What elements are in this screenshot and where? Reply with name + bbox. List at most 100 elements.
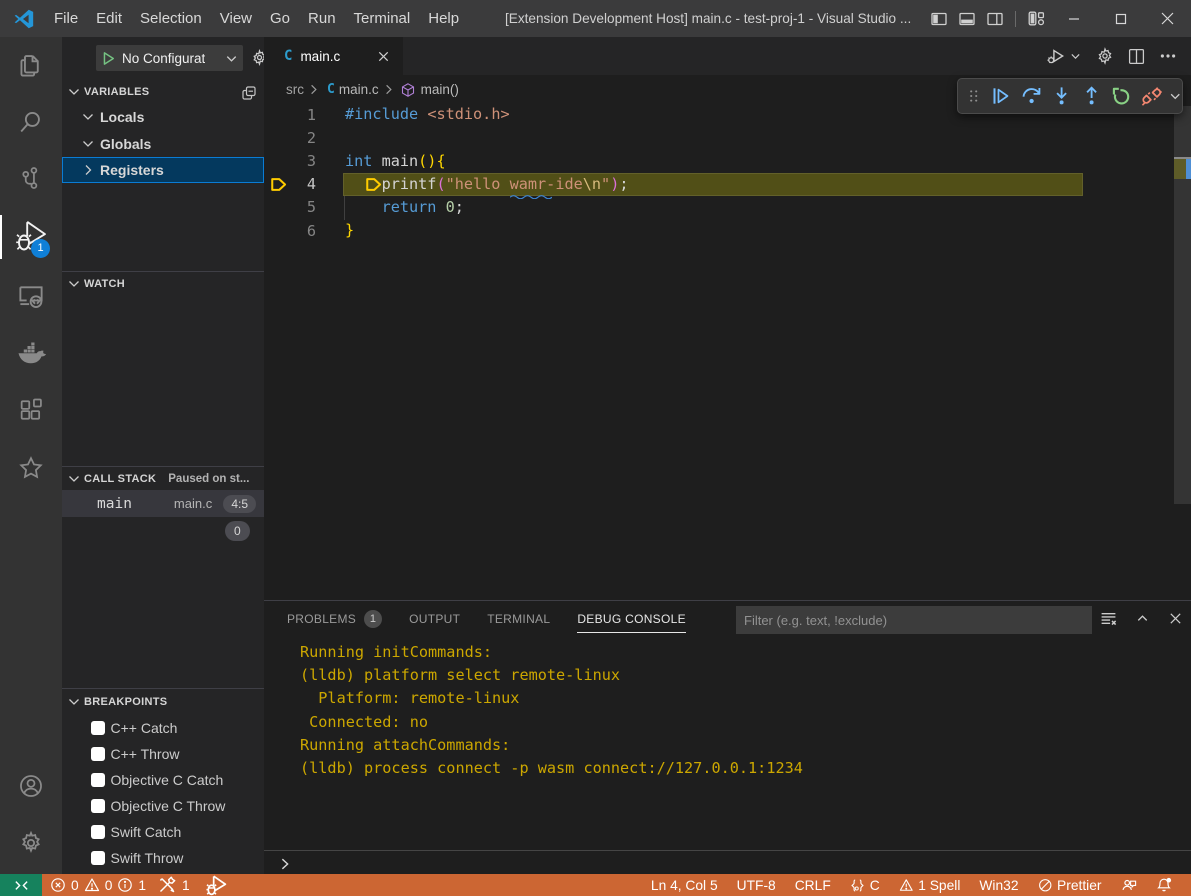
menu-selection[interactable]: Selection xyxy=(131,0,211,37)
more-actions-icon[interactable] xyxy=(1159,47,1177,65)
source-control-icon[interactable] xyxy=(0,154,62,202)
star-icon[interactable] xyxy=(0,444,62,492)
explorer-icon[interactable] xyxy=(0,42,62,90)
platform-status[interactable]: Win32 xyxy=(970,874,1028,896)
breakpoint-checkbox[interactable] xyxy=(91,747,105,761)
breadcrumb-file[interactable]: main.c xyxy=(339,82,379,97)
breakpoints-section-header[interactable]: BREAKPOINTS xyxy=(62,688,264,714)
debug-config-dropdown[interactable]: No Configurat xyxy=(96,45,243,71)
menu-run[interactable]: Run xyxy=(299,0,345,37)
eol-status[interactable]: CRLF xyxy=(785,874,840,896)
debug-toolbar-chevron-icon[interactable] xyxy=(1168,89,1182,104)
ports-status[interactable]: 1 xyxy=(158,874,190,896)
docker-icon[interactable] xyxy=(0,329,62,377)
toggle-secondary-sidebar-icon[interactable] xyxy=(987,11,1003,27)
menu-view[interactable]: View xyxy=(211,0,261,37)
watch-section-header[interactable]: WATCH xyxy=(62,271,264,296)
toggle-panel-icon[interactable] xyxy=(959,11,975,27)
maximize-panel-icon[interactable] xyxy=(1135,611,1150,626)
code-line-3: int main(){ xyxy=(345,150,446,173)
breakpoint-row[interactable]: Swift Catch xyxy=(62,819,264,845)
tab-main-c[interactable]: C main.c xyxy=(264,37,403,75)
close-panel-icon[interactable] xyxy=(1168,611,1183,626)
start-debug-icon[interactable] xyxy=(100,50,117,67)
breakpoint-checkbox[interactable] xyxy=(91,773,105,787)
toolbar-grip-icon[interactable] xyxy=(966,88,981,104)
debug-status[interactable] xyxy=(205,874,228,896)
step-into-icon[interactable] xyxy=(1051,85,1072,107)
panel-tab-output[interactable]: OUTPUT xyxy=(409,601,460,636)
feedback-status[interactable] xyxy=(1111,874,1146,896)
language-label: C xyxy=(870,878,880,893)
run-and-debug-icon[interactable]: 1 xyxy=(0,213,62,261)
code-area[interactable]: 123456 #include <stdio.h>int main(){ pri… xyxy=(264,103,1191,600)
breadcrumb-src[interactable]: src xyxy=(286,82,304,97)
console-filter-input[interactable]: Filter (e.g. text, !exclude) xyxy=(736,606,1092,634)
close-button[interactable] xyxy=(1144,0,1191,37)
copy-value-icon[interactable] xyxy=(241,85,257,101)
formatter-status[interactable]: Prettier xyxy=(1028,874,1111,896)
breakpoint-checkbox[interactable] xyxy=(91,721,105,735)
debug-toolbar[interactable] xyxy=(957,78,1183,114)
clear-console-icon[interactable] xyxy=(1100,610,1117,627)
cursor-position-status[interactable]: Ln 4, Col 5 xyxy=(641,874,727,896)
run-or-debug-button[interactable] xyxy=(1046,46,1082,66)
breakpoint-row[interactable]: C++ Catch xyxy=(62,715,264,741)
breakpoint-checkbox[interactable] xyxy=(91,851,105,865)
menu-help[interactable]: Help xyxy=(419,0,468,37)
menu-file[interactable]: File xyxy=(45,0,87,37)
restart-icon[interactable] xyxy=(1111,85,1132,107)
variables-section-header[interactable]: VARIABLES xyxy=(62,80,264,104)
disconnect-icon[interactable] xyxy=(1141,85,1162,107)
spell-status[interactable]: 1 Spell xyxy=(889,874,970,896)
menu-terminal[interactable]: Terminal xyxy=(345,0,420,37)
split-editor-icon[interactable] xyxy=(1128,48,1145,65)
continue-icon[interactable] xyxy=(990,85,1011,107)
remote-indicator[interactable] xyxy=(0,874,42,896)
extensions-icon[interactable] xyxy=(0,386,62,434)
maximize-button[interactable] xyxy=(1097,0,1144,37)
eol: CRLF xyxy=(795,878,831,893)
problems-status[interactable]: 0 0 1 xyxy=(50,874,146,896)
panel-tab-terminal[interactable]: TERMINAL xyxy=(487,601,550,636)
step-over-icon[interactable] xyxy=(1021,85,1042,107)
debug-gear-icon[interactable] xyxy=(251,49,264,66)
stack-frame-name: main xyxy=(97,496,132,512)
panel-tab-problems[interactable]: PROBLEMS1 xyxy=(287,601,382,636)
breakpoint-checkbox[interactable] xyxy=(91,799,105,813)
account-icon[interactable] xyxy=(0,762,62,810)
filter-placeholder: Filter (e.g. text, !exclude) xyxy=(744,613,887,628)
breadcrumb-symbol[interactable]: main() xyxy=(421,82,459,97)
breakpoint-checkbox[interactable] xyxy=(91,825,105,839)
breakpoint-row[interactable]: Objective C Throw xyxy=(62,793,264,819)
call-stack-frame-row[interactable]: main main.c 4:5 xyxy=(62,490,264,517)
close-tab-icon[interactable] xyxy=(376,49,391,64)
call-stack-section-header[interactable]: CALL STACK Paused on st... xyxy=(62,466,264,491)
toggle-sidebar-icon[interactable] xyxy=(931,11,947,27)
notifications-status[interactable] xyxy=(1146,874,1181,896)
menu-edit[interactable]: Edit xyxy=(87,0,131,37)
scope-row-globals[interactable]: Globals xyxy=(62,131,264,157)
remote-explorer-icon[interactable] xyxy=(0,272,62,320)
language-status[interactable]: C xyxy=(840,874,889,896)
panel-tab-debug-console[interactable]: DEBUG CONSOLE xyxy=(577,601,686,636)
spell-label: 1 Spell xyxy=(918,878,960,893)
breakpoint-row[interactable]: Objective C Catch xyxy=(62,767,264,793)
customize-layout-icon[interactable] xyxy=(1028,10,1045,27)
console-prompt-icon xyxy=(278,857,292,871)
debug-console-input[interactable] xyxy=(264,850,1191,874)
editor-settings-gear-icon[interactable] xyxy=(1096,47,1114,65)
minimize-button[interactable] xyxy=(1050,0,1097,37)
chevron-right-icon xyxy=(306,82,321,97)
scope-row-locals[interactable]: Locals xyxy=(62,104,264,130)
encoding-status[interactable]: UTF-8 xyxy=(727,874,785,896)
scope-row-registers[interactable]: Registers xyxy=(62,157,264,183)
titlebar-separator xyxy=(1015,11,1016,27)
breakpoint-row[interactable]: Swift Throw xyxy=(62,845,264,871)
breakpoint-row[interactable]: C++ Throw xyxy=(62,741,264,767)
menu-go[interactable]: Go xyxy=(261,0,299,37)
step-out-icon[interactable] xyxy=(1081,85,1102,107)
settings-gear-icon[interactable] xyxy=(0,819,62,867)
current-frame-gutter-arrow-icon[interactable] xyxy=(270,175,288,194)
search-icon[interactable] xyxy=(0,98,62,146)
